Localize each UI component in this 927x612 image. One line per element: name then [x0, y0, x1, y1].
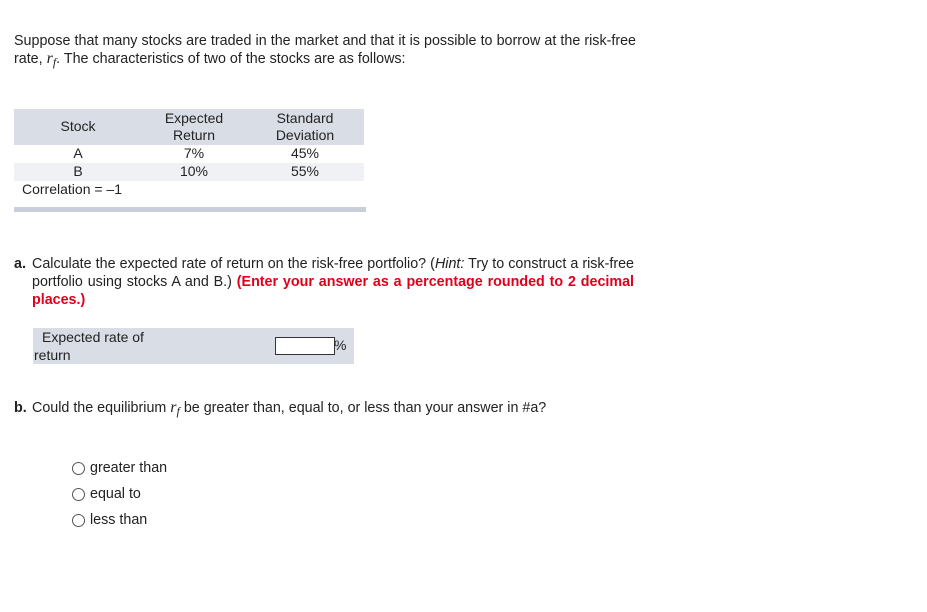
header-expected-return: Expected Return: [164, 109, 224, 144]
intro-text-after: . The characteristics of two of the stoc…: [56, 51, 406, 67]
option-equal-to[interactable]: equal to: [72, 481, 167, 507]
cell-stock: A: [73, 145, 83, 162]
stock-characteristics-table: Stock Expected Return Standard Deviation…: [14, 109, 364, 199]
header-standard-deviation: Standard Deviation: [275, 109, 335, 144]
radio-button[interactable]: [72, 487, 85, 501]
radio-button[interactable]: [72, 461, 85, 475]
table-row: A 7% 45%: [14, 145, 364, 163]
cell-expected-return: 10%: [179, 163, 209, 180]
rf-symbol: rf: [46, 50, 57, 69]
cell-std-dev: 45%: [290, 145, 320, 162]
cell-expected-return: 7%: [183, 145, 205, 162]
part-a-question: a. Calculate the expected rate of return…: [14, 255, 634, 309]
rf-symbol: rf: [170, 399, 180, 418]
hint-label: Hint:: [434, 256, 465, 272]
option-less-than[interactable]: less than: [72, 507, 167, 533]
percent-unit: %: [334, 337, 347, 353]
table-bottom-rule: [14, 207, 366, 212]
option-greater-than[interactable]: greater than: [72, 455, 167, 481]
radio-button[interactable]: [72, 513, 85, 527]
problem-intro: Suppose that many stocks are traded in t…: [14, 32, 636, 71]
table-row: B 10% 55%: [14, 163, 364, 181]
answer-label: Expected rate of return: [34, 329, 144, 363]
part-b-question: b. Could the equilibrium rf be greater th…: [14, 399, 547, 418]
part-a-letter: a.: [14, 256, 26, 272]
cell-stock: B: [73, 163, 83, 180]
answer-row-expected-return: Expected rate of return %: [33, 328, 354, 364]
part-b-options: greater than equal to less than: [72, 455, 167, 533]
correlation-note: Correlation = –1: [22, 181, 123, 198]
table-header-row: Stock Expected Return Standard Deviation: [14, 109, 364, 145]
expected-return-input[interactable]: [275, 337, 335, 355]
part-b-letter: b.: [14, 400, 27, 416]
header-stock: Stock: [60, 118, 96, 135]
part-a-body: Calculate the expected rate of return on…: [32, 256, 634, 308]
table-footnote-row: Correlation = –1: [14, 181, 364, 199]
cell-std-dev: 55%: [290, 163, 320, 180]
